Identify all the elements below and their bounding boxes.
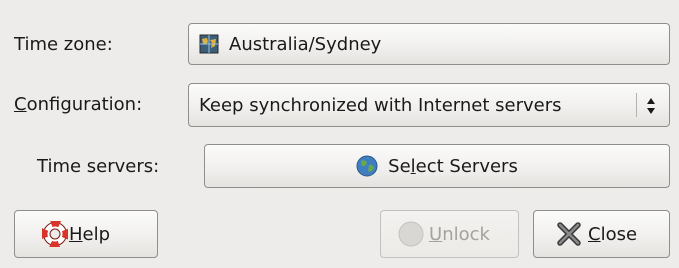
- globe-icon: [356, 155, 378, 177]
- time-zone-button[interactable]: Australia/Sydney: [188, 23, 670, 65]
- configuration-selected: Keep synchronized with Internet servers: [199, 94, 562, 116]
- close-button[interactable]: Close: [533, 210, 670, 258]
- select-servers-button[interactable]: Select Servers: [204, 144, 670, 188]
- combo-separator: [636, 93, 637, 117]
- unlock-icon: [398, 221, 424, 247]
- world-map-icon: [199, 34, 219, 54]
- configuration-label: Configuration:: [14, 94, 142, 115]
- close-label: Close: [588, 223, 638, 245]
- unlock-label: Unlock: [429, 223, 490, 245]
- configuration-mnemonic: C: [14, 94, 27, 115]
- help-button[interactable]: Help: [14, 210, 158, 258]
- time-zone-label: Time zone:: [14, 34, 113, 55]
- configuration-label-rest: onfiguration:: [26, 94, 143, 115]
- time-zone-value: Australia/Sydney: [229, 33, 382, 55]
- configuration-combobox[interactable]: Keep synchronized with Internet servers: [188, 83, 670, 127]
- time-servers-label: Time servers:: [37, 156, 160, 177]
- lifebuoy-icon: [40, 219, 70, 249]
- unlock-button[interactable]: Unlock: [380, 210, 519, 258]
- up-down-arrows-icon: [645, 96, 657, 116]
- select-servers-label: Select Servers: [388, 155, 518, 177]
- close-x-icon: [556, 222, 582, 246]
- help-label: Help: [69, 223, 111, 245]
